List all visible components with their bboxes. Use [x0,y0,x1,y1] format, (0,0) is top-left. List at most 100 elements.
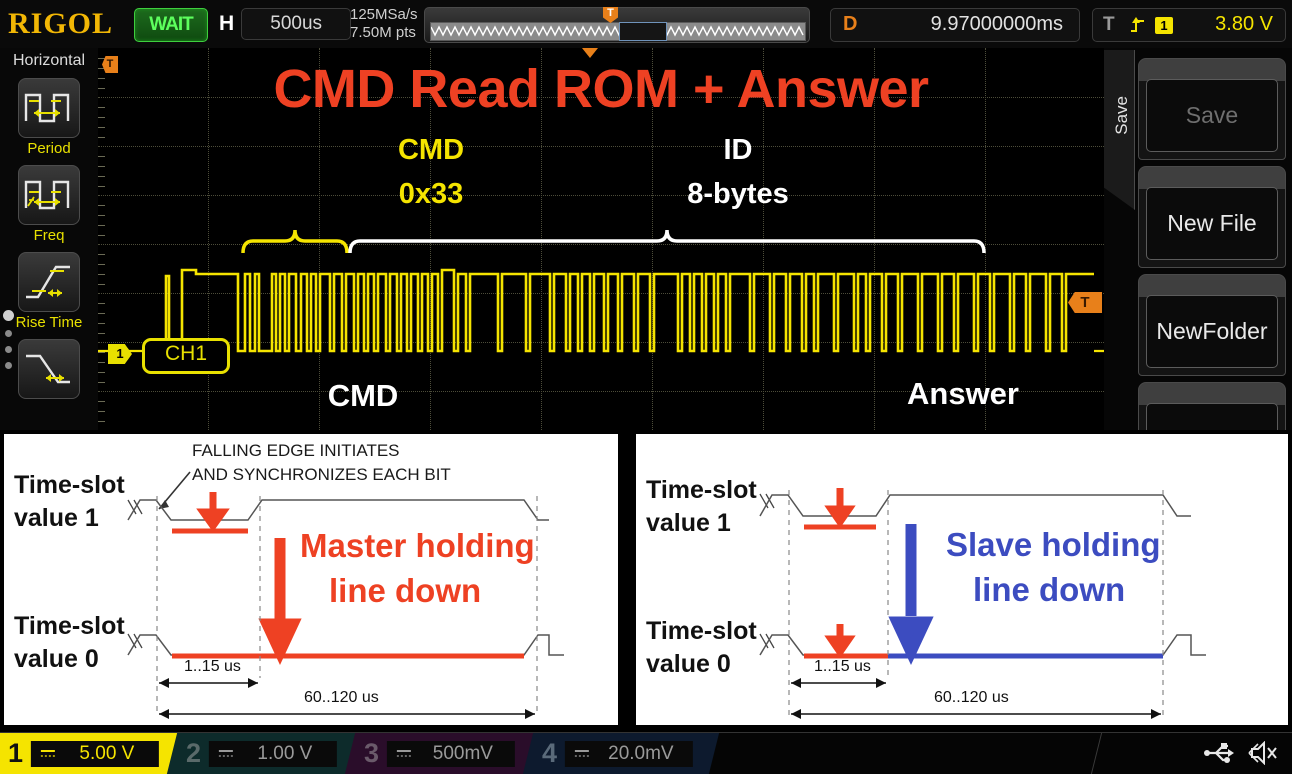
annotation-id-size: 8-bytes [687,178,789,210]
memory-selection-window[interactable] [619,22,667,41]
channel-2-scale: 1.00 V [257,742,313,764]
page-title: CMD Read ROM + Answer [273,59,929,119]
trigger-position-marker-top[interactable] [582,48,598,58]
rise-time-measure-icon [18,252,80,312]
period-measure-icon [18,78,80,138]
slave-timing-svg: Time-slot value 1 Time-slot value 0 Slav… [646,476,1206,719]
delay-readout[interactable]: D 9.97000000ms [830,8,1080,42]
channel-1-chip[interactable]: 1 5.00 V [0,733,186,774]
fall-time-measure-icon [18,339,80,399]
annotation-cmd-top: CMD 0x33 [336,128,526,216]
delay-value: 9.97000000ms [930,13,1063,35]
channel-3-number: 3 [364,738,380,768]
dc-coupling-icon [217,747,235,761]
memory-waveform-preview [430,22,806,41]
big-note-line1: Master holding [300,527,535,564]
timeslot-diagram-master: FALLING EDGE INITIATES AND SYNCHRONIZES … [0,430,622,729]
left-measure-sidebar: Horizontal Period Freq Rise Time [0,48,99,440]
sidebar-label-period: Period [27,140,71,157]
page-dot[interactable] [5,330,12,337]
sidebar-label-freq: Freq [33,227,65,244]
dim-short-label: 1..15 us [814,658,871,675]
save-menu-title: Save [1112,96,1131,135]
sidebar-item-freq[interactable]: Freq [15,165,83,244]
horizontal-scale-control[interactable]: H 500us [212,8,352,40]
dim-long-label: 60..120 us [304,689,379,706]
sample-rate-value: 125MSa/s [350,6,418,23]
master-timing-svg: FALLING EDGE INITIATES AND SYNCHRONIZES … [14,441,564,719]
speaker-mute-icon[interactable] [1248,740,1278,770]
frequency-measure-icon [18,165,80,225]
dc-coupling-icon [573,747,591,761]
callout-line2: AND SYNCHRONIZES EACH BIT [192,465,451,484]
annotation-cmd-bottom: CMD [327,378,399,413]
rising-edge-icon [1129,16,1147,34]
annotation-answer-bottom: Answer [907,376,1019,411]
scroll-page-dots [3,310,14,378]
channel-3-scale: 500mV [432,742,494,764]
big-note-line2: line down [973,571,1125,608]
new-file-button[interactable]: New File [1138,166,1286,268]
channel-1-scale: 5.00 V [79,742,135,764]
acquisition-info: 125MSa/s 7.50M pts [350,6,418,42]
system-status-icons [1204,740,1278,770]
new-folder-button[interactable]: NewFolder [1138,274,1286,376]
dim-long-label: 60..120 us [934,689,1009,706]
channel-3-settings[interactable]: 500mV [387,740,516,767]
page-dot[interactable] [5,346,12,353]
sidebar-item-fall-time[interactable] [15,339,83,399]
horizontal-scale-value: 500us [241,8,352,40]
annotation-cmd-code: 0x33 [398,178,464,210]
waveform-display[interactable]: CMD Read ROM + Answer CMD 0x33 ID 8-byte… [98,48,1104,440]
row2-label-line1: Time-slot [646,617,757,645]
sidebar-item-period[interactable]: Period [15,78,83,157]
run-status-label: WAIT [149,14,194,35]
annotation-id-top: ID 8-bytes [643,128,833,216]
new-file-button-label: New File [1146,187,1278,260]
row2-label-line2: value 0 [14,645,99,673]
channel-3-chip[interactable]: 3 500mV [344,733,542,774]
timeslot-diagram-slave: Time-slot value 1 Time-slot value 0 Slav… [632,430,1292,729]
row2-label-line1: Time-slot [14,612,125,640]
channel-1-settings[interactable]: 5.00 V [31,740,160,767]
memory-navigation-bar[interactable]: T [424,7,810,43]
sidebar-title: Horizontal [12,52,86,69]
annotation-cmd-name: CMD [397,134,465,166]
horizontal-key-label: H [219,12,235,35]
save-button-label: Save [1146,79,1278,152]
sidebar-item-rise-time[interactable]: Rise Time [15,252,83,331]
callout-line1: FALLING EDGE INITIATES [192,441,400,460]
row1-label-line1: Time-slot [14,471,125,499]
trigger-level-marker-right[interactable]: T [1068,292,1102,313]
brand-logo: RIGOL [8,7,114,40]
big-note-line2: line down [329,572,481,609]
run-status-indicator[interactable]: WAIT [134,8,208,42]
trigger-level-value: 3.80 V [1215,13,1273,35]
status-divider [1090,733,1103,774]
channel-2-settings[interactable]: 1.00 V [209,740,338,767]
page-dot-active[interactable] [3,310,14,321]
dc-coupling-icon [39,747,57,761]
usb-icon[interactable] [1204,742,1234,769]
channel-4-settings[interactable]: 20.0mV [565,740,694,767]
channel-4-scale: 20.0mV [608,742,674,764]
trigger-readout[interactable]: T 1 3.80 V [1092,8,1286,42]
page-dot[interactable] [5,362,12,369]
dc-coupling-icon [395,747,413,761]
memory-depth-value: 7.50M pts [350,24,416,41]
row2-label-line2: value 0 [646,650,731,678]
big-note-line1: Slave holding [946,526,1161,563]
channel-2-number: 2 [186,738,202,768]
channel-2-chip[interactable]: 2 1.00 V [166,733,364,774]
row1-label-line1: Time-slot [646,476,757,504]
channel1-label-badge[interactable]: CH1 [142,338,230,374]
new-folder-button-label: NewFolder [1146,295,1278,368]
row1-label-line2: value 1 [646,509,731,537]
save-button[interactable]: Save [1138,58,1286,160]
bottom-channel-bar: 1 5.00 V 2 1.00 V 3 500mV 4 20.0mV [0,732,1292,774]
channel-4-chip[interactable]: 4 20.0mV [522,733,720,774]
preview-wave-svg [431,25,804,37]
trigger-source-badge: 1 [1155,17,1173,34]
top-status-bar: RIGOL WAIT H 500us 125MSa/s 7.50M pts T … [0,0,1292,49]
delay-key-label: D [843,13,858,35]
